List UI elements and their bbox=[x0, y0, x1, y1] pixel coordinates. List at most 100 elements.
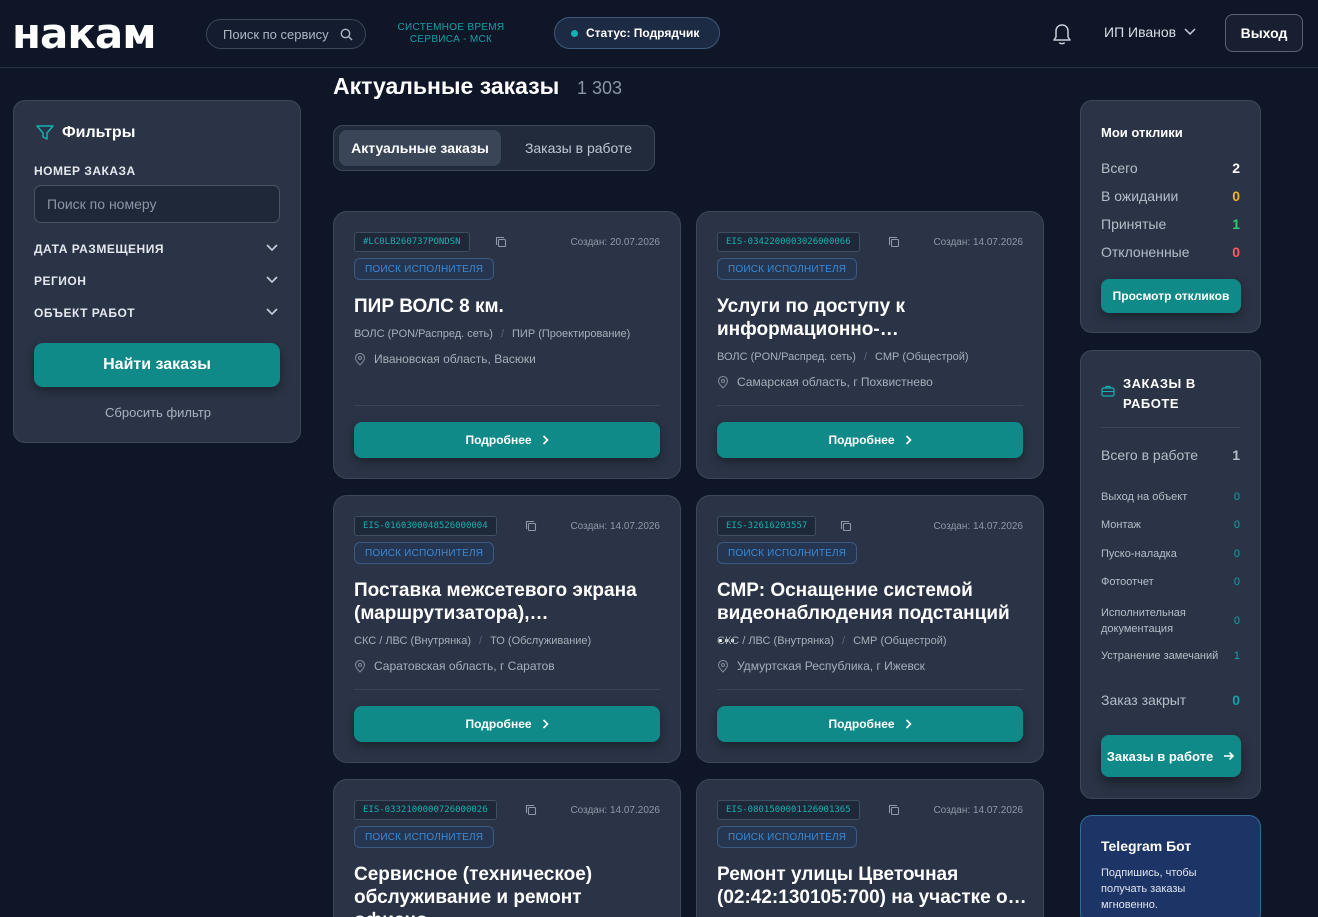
details-button[interactable]: Подробнее bbox=[354, 706, 660, 742]
location-pin-icon bbox=[354, 659, 366, 673]
details-button-label: Подробнее bbox=[828, 433, 895, 447]
in-work-value: 0 bbox=[1233, 519, 1240, 531]
divider bbox=[717, 689, 1023, 690]
date-filter-toggle[interactable]: ДАТА РАЗМЕЩЕНИЯ bbox=[34, 242, 164, 256]
divider bbox=[717, 405, 1023, 406]
reset-filter-link[interactable]: Сбросить фильтр bbox=[14, 405, 302, 420]
arrow-right-icon bbox=[1224, 751, 1235, 761]
status-badge: ПОИСК ИСПОЛНИТЕЛЯ bbox=[717, 542, 858, 564]
responses-label: Принятые bbox=[1101, 216, 1167, 232]
in-work-row: Исполнительная документация 0 bbox=[1101, 605, 1240, 637]
order-card: EIS-32616203557 Создан: 14.07.2026 ПОИСК… bbox=[696, 495, 1044, 763]
in-work-value: 0 bbox=[1233, 576, 1240, 588]
status-dot-icon bbox=[571, 29, 578, 37]
chevron-down-icon bbox=[1184, 28, 1196, 36]
telegram-text: Подпишись, чтобы получать заказы мгновен… bbox=[1101, 867, 1197, 911]
in-work-title: ЗАКАЗЫ В РАБОТЕ bbox=[1123, 374, 1196, 414]
order-location: Ивановская область, Васюки bbox=[354, 352, 536, 366]
location-text: Самарская область, г Похвистнево bbox=[737, 375, 933, 389]
tag-work-type: СМР (Общестрой) bbox=[875, 351, 969, 363]
order-code: EIS-0342200003026000066 bbox=[717, 232, 860, 252]
status-badge: ПОИСК ИСПОЛНИТЕЛЯ bbox=[354, 826, 495, 848]
divider bbox=[354, 405, 660, 406]
logo[interactable]: накам bbox=[12, 13, 157, 55]
in-work-value: 0 bbox=[1233, 615, 1240, 627]
order-number-label: НОМЕР ЗАКАЗА bbox=[34, 164, 136, 178]
order-title[interactable]: Услуги по доступу к информационно-… bbox=[717, 295, 1029, 341]
responses-label: В ожидании bbox=[1101, 188, 1179, 204]
logout-button[interactable]: Выход bbox=[1225, 14, 1303, 52]
object-filter-toggle[interactable]: ОБЪЕКТ РАБОТ bbox=[34, 306, 135, 320]
status-badge: ПОИСК ИСПОЛНИТЕЛЯ bbox=[354, 258, 495, 280]
user-menu[interactable]: ИП Иванов bbox=[1104, 24, 1196, 40]
location-pin-icon bbox=[354, 352, 366, 366]
find-orders-button[interactable]: Найти заказы bbox=[34, 343, 280, 387]
order-card: EIS-0160300048526000004 Создан: 14.07.20… bbox=[333, 495, 681, 763]
view-responses-button[interactable]: Просмотр откликов bbox=[1101, 279, 1241, 313]
copy-icon[interactable] bbox=[888, 804, 900, 816]
chevron-down-icon[interactable] bbox=[266, 244, 278, 252]
order-title[interactable]: Ремонт улицы Цветочная (02:42:130105:700… bbox=[717, 863, 1029, 909]
order-title[interactable]: Поставка межсетевого экрана (маршрутизат… bbox=[354, 579, 666, 625]
order-title[interactable]: Сервисное (техническое) обслуживание и р… bbox=[354, 863, 666, 917]
order-card: #LC0LB260737PONDSN Создан: 20.07.2026 ПО… bbox=[333, 211, 681, 479]
search-box[interactable] bbox=[206, 19, 366, 49]
chevron-right-icon bbox=[905, 719, 912, 729]
copy-icon[interactable] bbox=[525, 804, 537, 816]
orders-in-work-button[interactable]: Заказы в работе bbox=[1101, 735, 1241, 777]
in-work-value: 0 bbox=[1233, 548, 1240, 560]
location-pin-icon bbox=[717, 375, 729, 389]
divider bbox=[354, 689, 660, 690]
in-work-label: Выход на объект bbox=[1101, 491, 1188, 503]
in-work-label: Исполнительная документация bbox=[1101, 607, 1186, 635]
search-input[interactable] bbox=[223, 26, 340, 42]
order-tags: ВОЛС (PON/Распред. сеть) / ПИР (Проектиров… bbox=[354, 328, 631, 340]
status-badge: ПОИСК ИСПОЛНИТЕЛЯ bbox=[354, 542, 495, 564]
responses-row: В ожидании 0 bbox=[1101, 188, 1240, 204]
responses-title: Мои отклики bbox=[1101, 125, 1183, 140]
in-work-closed-row: Заказ закрыт 0 bbox=[1101, 692, 1240, 708]
filter-icon bbox=[36, 125, 54, 140]
order-code: EIS-32616203557 bbox=[717, 516, 817, 536]
bell-icon[interactable] bbox=[1051, 22, 1073, 46]
details-button[interactable]: Подробнее bbox=[354, 422, 660, 458]
region-filter-toggle[interactable]: РЕГИОН bbox=[34, 274, 86, 288]
order-card: EIS-0332100000726000026 Создан: 14.07.20… bbox=[333, 779, 681, 917]
copy-icon[interactable] bbox=[525, 520, 537, 532]
order-tags: СКС / ЛВС (Внутрянка) / ТО (Обслуживание) bbox=[354, 635, 592, 647]
page-title: Актуальные заказы bbox=[333, 73, 560, 99]
status-badge[interactable]: Статус: Подрядчик bbox=[554, 17, 720, 49]
chevron-down-icon[interactable] bbox=[266, 308, 278, 316]
order-title[interactable]: ПИР ВОЛС 8 км. bbox=[354, 295, 666, 318]
chevron-down-icon[interactable] bbox=[266, 276, 278, 284]
responses-label: Всего bbox=[1101, 160, 1138, 176]
chevron-right-icon bbox=[542, 719, 549, 729]
in-work-title-line1: ЗАКАЗЫ В bbox=[1123, 376, 1196, 391]
system-time-line1: СИСТЕМНОЕ ВРЕМЯ bbox=[397, 22, 505, 33]
created-date: Создан: 14.07.2026 bbox=[933, 521, 1023, 532]
in-work-value: 0 bbox=[1233, 491, 1240, 503]
details-button-label: Подробнее bbox=[828, 717, 895, 731]
copy-icon[interactable] bbox=[495, 236, 507, 248]
search-icon[interactable] bbox=[340, 28, 353, 41]
tab-current-orders[interactable]: Актуальные заказы bbox=[339, 130, 501, 166]
system-time-line2: СЕРВИСА - МСК bbox=[409, 34, 493, 45]
filters-title: Фильтры bbox=[36, 124, 135, 142]
details-button[interactable]: Подробнее bbox=[717, 706, 1023, 742]
copy-icon[interactable] bbox=[888, 236, 900, 248]
my-responses-panel: Мои отклики Всего 2 В ожидании 0 Принятые 1… bbox=[1080, 100, 1261, 333]
telegram-title: Telegram Бот bbox=[1101, 838, 1192, 854]
copy-icon[interactable] bbox=[840, 520, 852, 532]
status-badge: ПОИСК ИСПОЛНИТЕЛЯ bbox=[717, 826, 858, 848]
location-pin-icon bbox=[717, 659, 729, 673]
in-work-row: Выход на объект 0 bbox=[1101, 491, 1240, 503]
in-work-label: Устранение замечаний bbox=[1101, 650, 1219, 662]
in-work-label: Фотоотчет bbox=[1101, 576, 1154, 588]
details-button[interactable]: Подробнее bbox=[717, 422, 1023, 458]
tab-orders-in-work[interactable]: Заказы в работе bbox=[506, 130, 651, 166]
telegram-bot-panel[interactable]: Telegram Бот Подпишись, чтобы получать з… bbox=[1080, 815, 1261, 917]
status-badge: ПОИСК ИСПОЛНИТЕЛЯ bbox=[717, 258, 858, 280]
order-number-input[interactable] bbox=[34, 185, 280, 223]
in-work-title-line2: РАБОТЕ bbox=[1123, 396, 1179, 411]
in-work-total-label: Всего в работе bbox=[1101, 447, 1199, 463]
